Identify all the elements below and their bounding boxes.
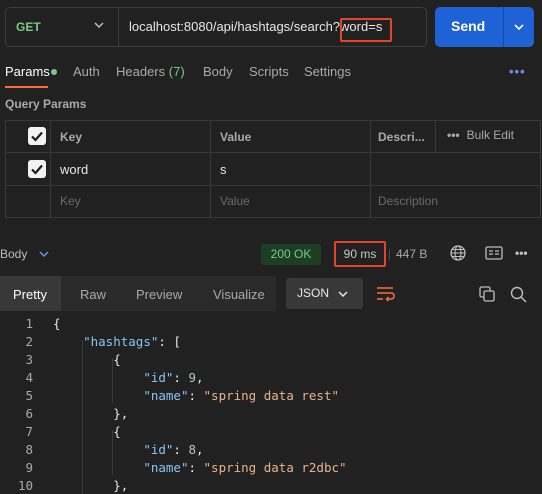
table-divider (210, 120, 211, 218)
ellipsis-icon: ••• (447, 128, 460, 142)
response-time: 90 ms (334, 241, 386, 267)
query-params-title: Query Params (5, 97, 87, 111)
more-options-button[interactable]: ••• (509, 64, 526, 79)
send-divider (503, 7, 504, 47)
chevron-down-icon[interactable] (92, 18, 106, 32)
search-icon[interactable] (510, 286, 527, 303)
column-header-key: Key (60, 130, 83, 144)
line-number: 4 (25, 370, 33, 385)
new-value-field[interactable]: Value (220, 194, 250, 208)
tab-params[interactable]: Params (5, 64, 50, 79)
globe-icon[interactable] (449, 244, 467, 262)
code-text: "name": "spring data rest" (143, 388, 339, 403)
column-header-description: Descri... (378, 130, 425, 144)
tab-auth[interactable]: Auth (73, 64, 100, 79)
code-text: "hashtags": [ (83, 334, 181, 349)
line-number: 10 (17, 478, 33, 493)
line-number: 2 (25, 334, 33, 349)
code-line: 1{ (0, 316, 542, 334)
line-number: 7 (25, 424, 33, 439)
url-query-highlight (340, 18, 392, 42)
table-divider (435, 120, 436, 152)
param-row-checkbox[interactable] (28, 160, 46, 178)
code-line: 2 "hashtags": [ (0, 334, 542, 352)
code-line: 4 "id": 9, (0, 370, 542, 388)
code-line: 9 "name": "spring data r2dbc" (0, 460, 542, 478)
new-description-field[interactable]: Description (378, 194, 438, 208)
line-number: 6 (25, 406, 33, 421)
method-select[interactable]: GET (16, 20, 41, 34)
code-text: }, (53, 478, 129, 493)
line-number: 8 (25, 442, 33, 457)
code-line: 10 }, (0, 478, 542, 494)
table-divider (50, 120, 51, 218)
view-tab-raw[interactable]: Raw (80, 287, 106, 302)
new-key-field[interactable]: Key (60, 194, 81, 208)
wrap-lines-icon[interactable] (371, 278, 399, 309)
response-divider (389, 249, 390, 260)
save-response-icon[interactable] (485, 246, 503, 260)
tab-headers-label: Headers (116, 64, 166, 79)
view-tab-visualize[interactable]: Visualize (213, 287, 265, 302)
tab-headers[interactable]: Headers (7) (116, 64, 185, 79)
tab-settings[interactable]: Settings (304, 64, 351, 79)
send-button-group: Send (435, 7, 534, 47)
copy-icon[interactable] (479, 286, 495, 302)
code-text: { (53, 316, 61, 331)
code-text: "id": 9, (143, 370, 204, 385)
response-body-code[interactable]: 1{2 "hashtags": [3 {4 "id": 9, 5 "name": … (0, 313, 542, 494)
response-size: 447 B (396, 247, 428, 261)
tab-scripts[interactable]: Scripts (249, 64, 289, 79)
bulk-edit-button[interactable]: ••• Bulk Edit (447, 128, 514, 142)
line-number: 9 (25, 460, 33, 475)
code-text: { (53, 424, 121, 439)
more-horizontal-icon[interactable]: ••• (515, 246, 528, 260)
response-body-label[interactable]: Body (0, 247, 27, 261)
send-button[interactable]: Send (451, 18, 485, 34)
chevron-down-icon[interactable] (38, 248, 50, 260)
bulk-edit-label: Bulk Edit (466, 128, 514, 142)
select-all-checkbox[interactable] (28, 127, 46, 145)
table-divider (5, 152, 541, 153)
url-divider (118, 8, 119, 46)
code-line: 5 "name": "spring data rest" (0, 388, 542, 406)
url-base: localhost:8080/api/hashtags/search? (129, 19, 341, 34)
check-icon (31, 164, 43, 175)
line-number: 1 (25, 316, 33, 331)
params-active-dot (51, 69, 57, 75)
code-text: "name": "spring data r2dbc" (143, 460, 347, 475)
code-text: }, (53, 406, 129, 421)
line-number: 5 (25, 388, 33, 403)
code-line: 3 { (0, 352, 542, 370)
code-line: 6 }, (0, 406, 542, 424)
param-value-cell[interactable]: s (220, 162, 227, 177)
chevron-down-icon[interactable] (512, 20, 526, 34)
request-url-bar: GET localhost:8080/api/hashtags/search?w… (5, 7, 427, 47)
format-select[interactable]: JSON (286, 278, 363, 309)
line-number: 3 (25, 352, 33, 367)
format-select-value: JSON (297, 286, 330, 300)
code-line: 8 "id": 8, (0, 442, 542, 460)
code-line: 7 { (0, 424, 542, 442)
status-badge: 200 OK (261, 244, 321, 265)
headers-count: (7) (168, 64, 185, 79)
check-icon (31, 131, 43, 142)
view-tab-preview[interactable]: Preview (136, 287, 182, 302)
param-key-cell[interactable]: word (60, 162, 88, 177)
code-text: { (53, 352, 121, 367)
chevron-down-icon (338, 291, 348, 298)
tab-body[interactable]: Body (203, 64, 233, 79)
table-divider (370, 120, 371, 218)
column-header-value: Value (220, 130, 252, 144)
code-text: "id": 8, (143, 442, 204, 457)
table-divider (5, 185, 541, 186)
view-tab-pretty[interactable]: Pretty (13, 287, 47, 302)
active-tab-indicator (5, 86, 48, 88)
